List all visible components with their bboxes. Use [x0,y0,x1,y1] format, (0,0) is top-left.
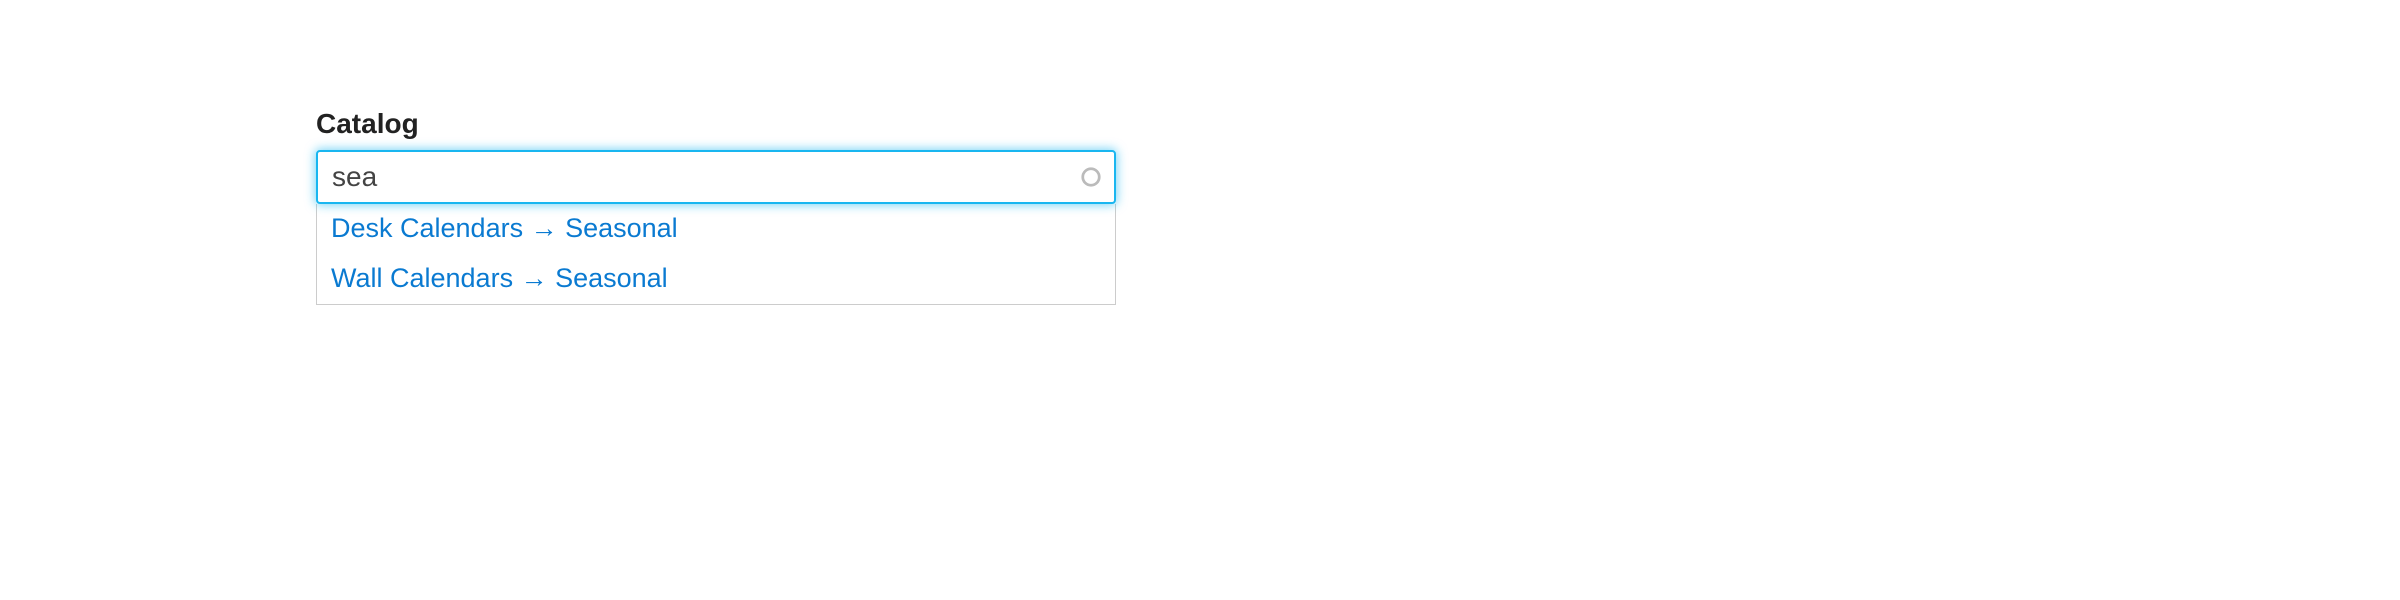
suggestion-item[interactable]: Desk Calendars → Seasonal [317,204,1115,254]
catalog-label: Catalog [316,108,1116,140]
suggestion-item[interactable]: Wall Calendars → Seasonal [317,254,1115,304]
suggestions-dropdown: Desk Calendars → Seasonal Wall Calendars… [316,204,1116,305]
catalog-input-wrapper [316,150,1116,204]
catalog-search-input[interactable] [316,150,1116,204]
